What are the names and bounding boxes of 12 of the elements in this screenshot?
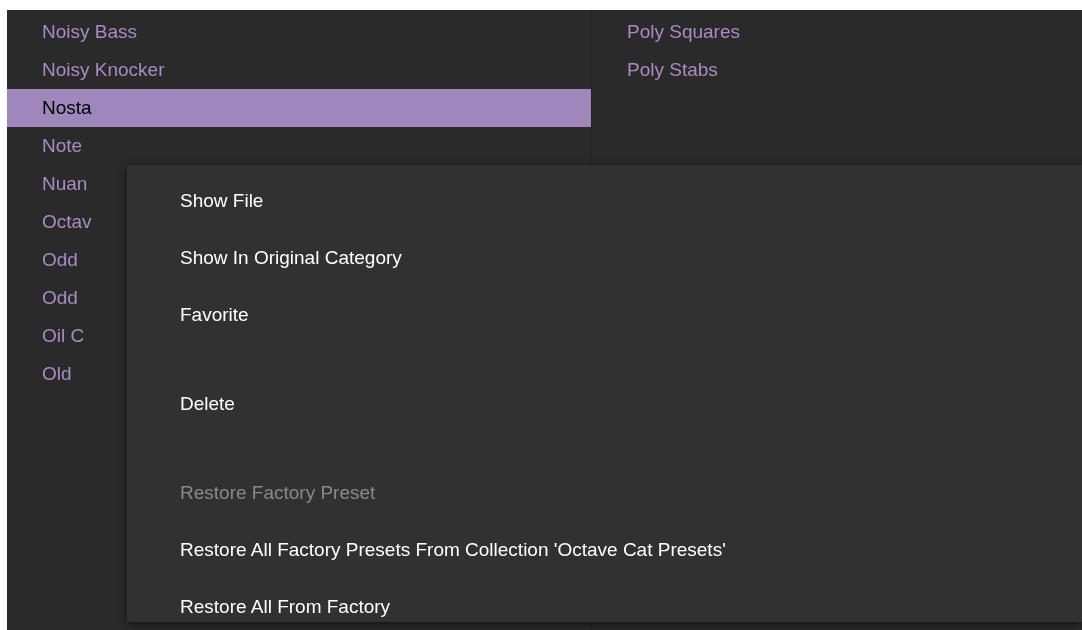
menu-item[interactable]: Show In Original Category	[127, 230, 1082, 287]
preset-item[interactable]: Nosta	[7, 89, 591, 127]
preset-item[interactable]: Poly Stabs	[592, 51, 1082, 89]
preset-item[interactable]: Note	[7, 127, 591, 165]
menu-item[interactable]: Show File	[127, 173, 1082, 230]
menu-item[interactable]: Restore All Factory Presets From Collection 'Octave Cat Presets'	[127, 522, 1082, 579]
menu-item[interactable]: Favorite	[127, 287, 1082, 344]
menu-item[interactable]: Restore All From Factory	[127, 579, 1082, 630]
preset-item[interactable]: Noisy Knocker	[7, 51, 591, 89]
menu-item[interactable]: Delete	[127, 376, 1082, 433]
preset-item[interactable]: Noisy Bass	[7, 13, 591, 51]
preset-item[interactable]: Poly Squares	[592, 13, 1082, 51]
